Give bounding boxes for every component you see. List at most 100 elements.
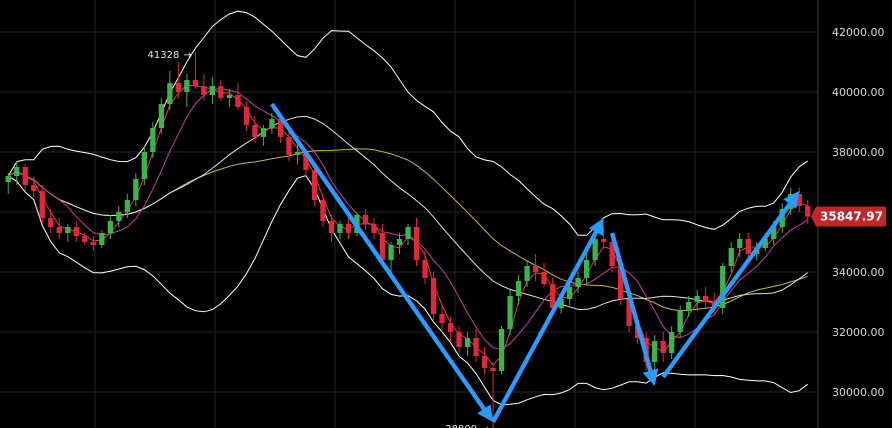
candle bbox=[660, 332, 666, 362]
candle bbox=[133, 173, 139, 206]
candle bbox=[507, 290, 513, 335]
candle-body bbox=[73, 227, 79, 236]
candle-body bbox=[805, 206, 811, 217]
candle-body bbox=[686, 302, 692, 311]
candle-body bbox=[541, 272, 547, 284]
candle-body bbox=[388, 245, 394, 260]
candle-body bbox=[337, 224, 343, 233]
candle bbox=[243, 101, 250, 131]
candle-body bbox=[14, 167, 20, 176]
candle bbox=[652, 335, 658, 374]
candle-body bbox=[5, 176, 11, 182]
candle bbox=[737, 233, 743, 257]
candle-body bbox=[660, 341, 666, 353]
candle-body bbox=[379, 233, 386, 260]
candle bbox=[396, 233, 403, 254]
candle bbox=[584, 254, 590, 284]
candle bbox=[48, 209, 54, 233]
candle-body bbox=[141, 152, 147, 179]
candle-body bbox=[192, 80, 198, 86]
candle-body bbox=[82, 236, 88, 242]
candle-body bbox=[447, 323, 454, 332]
candle-body bbox=[226, 95, 233, 98]
candle-body bbox=[677, 311, 683, 332]
candle-body bbox=[48, 218, 54, 227]
candle bbox=[218, 80, 224, 101]
high-callout-label: 41328 bbox=[148, 50, 180, 61]
candle-body bbox=[737, 239, 743, 248]
candle-body bbox=[567, 287, 573, 299]
last-price-marker: 35847.97 bbox=[811, 206, 886, 227]
candle-body bbox=[362, 215, 369, 224]
ma-mid-line bbox=[8, 115, 808, 310]
candle bbox=[175, 62, 181, 98]
candle-body bbox=[694, 296, 700, 302]
candle-body bbox=[167, 83, 173, 104]
candle-body bbox=[56, 227, 62, 233]
low-callout-label: 28800 bbox=[445, 424, 477, 428]
candle bbox=[515, 275, 522, 305]
candle-body bbox=[39, 191, 45, 218]
candle bbox=[532, 254, 539, 281]
low-callout-arrow-icon: → bbox=[481, 424, 489, 428]
candle bbox=[805, 200, 811, 224]
candle bbox=[686, 296, 692, 317]
trend-arrows bbox=[270, 102, 800, 423]
candle bbox=[422, 251, 428, 284]
candle bbox=[269, 113, 275, 134]
candle bbox=[184, 74, 190, 107]
candle-body bbox=[669, 332, 675, 353]
candle-body bbox=[99, 233, 105, 245]
candle-body bbox=[413, 227, 420, 260]
candle-body bbox=[209, 86, 215, 95]
candle-body bbox=[464, 338, 471, 347]
candle bbox=[320, 194, 326, 227]
candle-body bbox=[728, 248, 734, 266]
candle-body bbox=[22, 167, 28, 185]
candle bbox=[73, 221, 79, 242]
candle-body bbox=[396, 239, 403, 245]
y-axis-tick-label: 30000.00 bbox=[832, 386, 885, 399]
candle-body bbox=[592, 239, 598, 260]
candle-body bbox=[439, 314, 445, 323]
candle bbox=[669, 326, 675, 359]
candle-body bbox=[473, 338, 479, 356]
candle-body bbox=[498, 329, 505, 371]
candle-body bbox=[31, 185, 37, 191]
candle-body bbox=[515, 281, 522, 296]
candle bbox=[209, 77, 215, 104]
candle-body bbox=[124, 200, 130, 212]
candle bbox=[107, 215, 113, 239]
candle bbox=[430, 272, 437, 320]
y-axis-tick-label: 42000.00 bbox=[832, 26, 885, 39]
y-axis-tick-label: 40000.00 bbox=[832, 86, 885, 99]
candle-body bbox=[269, 119, 275, 128]
candle bbox=[158, 98, 164, 134]
candle bbox=[498, 326, 505, 374]
candle-body bbox=[345, 224, 352, 233]
y-axis-tick-label: 38000.00 bbox=[832, 146, 885, 159]
candle-body bbox=[294, 152, 301, 155]
candle bbox=[720, 263, 726, 314]
candle-body bbox=[175, 83, 181, 92]
candle-body bbox=[524, 266, 530, 281]
candle-body bbox=[201, 86, 207, 95]
candle bbox=[541, 263, 547, 287]
candle bbox=[371, 218, 377, 239]
candle bbox=[413, 218, 420, 266]
candle-body bbox=[371, 224, 377, 233]
candle-body bbox=[320, 200, 326, 221]
candle bbox=[99, 230, 105, 248]
candle bbox=[481, 347, 488, 374]
grid-lines bbox=[0, 0, 819, 428]
candle bbox=[167, 71, 173, 110]
candle bbox=[22, 164, 28, 191]
candle-body bbox=[481, 356, 488, 368]
candle-body bbox=[584, 260, 590, 278]
candle bbox=[345, 218, 352, 239]
candle-body bbox=[430, 278, 437, 314]
high-callout-arrow-icon: → bbox=[183, 50, 191, 61]
last-price-label: 35847.97 bbox=[820, 210, 883, 224]
candle-body bbox=[133, 179, 139, 200]
candle-body bbox=[218, 86, 224, 98]
